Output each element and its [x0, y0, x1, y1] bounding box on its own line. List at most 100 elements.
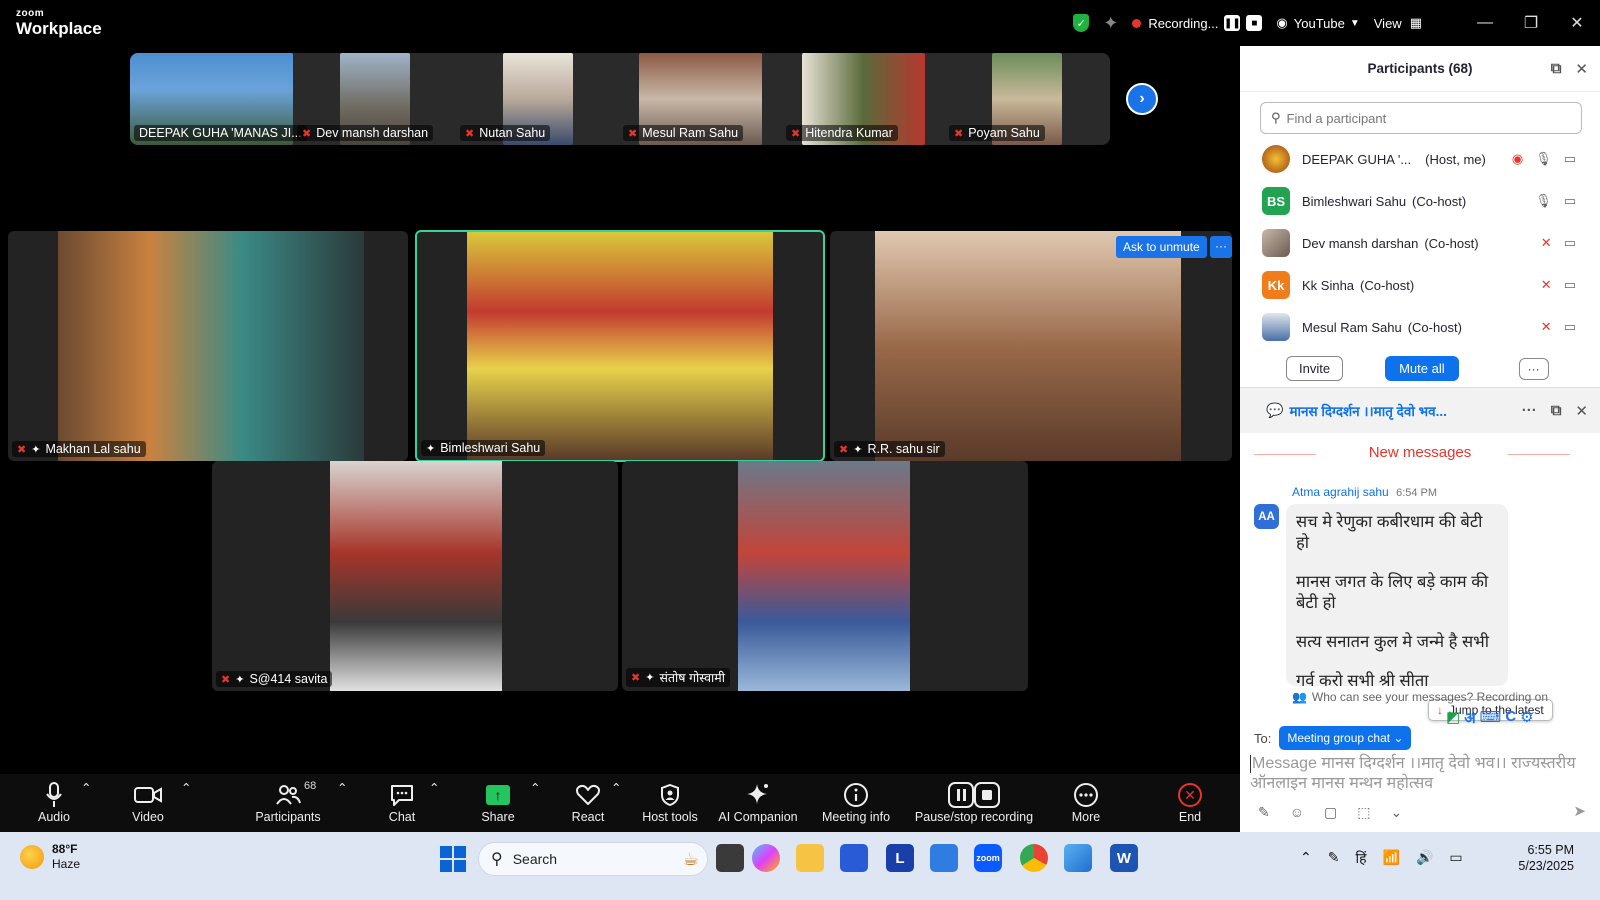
ime-c-icon[interactable]: C	[1505, 708, 1516, 728]
video-tile-active-speaker[interactable]: ✦ Bimleshwari Sahu	[415, 230, 825, 462]
store-icon[interactable]	[840, 844, 868, 872]
battery-icon[interactable]: ▭	[1449, 849, 1462, 868]
zoom-app-icon[interactable]: zoom	[974, 844, 1002, 872]
copilot-icon[interactable]	[752, 844, 780, 872]
mute-all-button[interactable]: Mute all	[1385, 356, 1459, 381]
invite-button[interactable]: Invite	[1286, 356, 1344, 381]
audio-button[interactable]: Audio	[34, 780, 74, 824]
thumbnail-tile[interactable]: ✖ Poyam Sahu	[945, 53, 1108, 145]
participant-row[interactable]: Mesul Ram Sahu (Co-host) ✕ ▭	[1240, 306, 1600, 348]
participants-more-button[interactable]: ···	[1518, 357, 1549, 380]
send-icon[interactable]: ➤	[1573, 802, 1586, 820]
language-indicator[interactable]: हिं	[1355, 849, 1366, 868]
chrome-icon[interactable]	[1020, 844, 1048, 872]
more-dots-icon[interactable]: ···	[1522, 402, 1537, 420]
video-tile[interactable]: ✖ ✦ S@414 savita	[212, 461, 618, 691]
audio-options-caret[interactable]: ⌃	[81, 780, 91, 795]
thumbnail-tile[interactable]: ✖ Mesul Ram Sahu	[619, 53, 782, 145]
windows-start-icon[interactable]	[440, 846, 466, 872]
microphone-icon[interactable]: 🎙	[1535, 193, 1552, 209]
react-options-caret[interactable]: ⌃	[611, 780, 621, 795]
file-explorer-icon[interactable]	[796, 844, 824, 872]
next-page-button[interactable]: ›	[1126, 83, 1158, 115]
video-camera-icon[interactable]: ▭	[1564, 193, 1576, 209]
host-tools-button[interactable]: Host tools	[640, 780, 700, 824]
view-button[interactable]: View ▦	[1374, 15, 1422, 31]
live-stream-dropdown[interactable]: ◉ YouTube ▼	[1276, 15, 1359, 31]
pause-recording-icon[interactable]: ❚❚	[1224, 15, 1241, 31]
word-icon[interactable]: W	[1110, 844, 1138, 872]
chat-button[interactable]: Chat	[382, 780, 422, 824]
gear-icon[interactable]: ⚙	[1520, 708, 1533, 728]
video-camera-icon[interactable]: ▭	[1564, 319, 1576, 335]
participant-row[interactable]: BS Bimleshwari Sahu (Co-host) 🎙 ▭	[1240, 180, 1600, 222]
format-icon[interactable]: ✎	[1258, 804, 1270, 821]
ask-to-unmute-button[interactable]: Ask to unmute	[1116, 236, 1207, 258]
participant-row[interactable]: Kk Kk Sinha (Co-host) ✕ ▭	[1240, 264, 1600, 306]
thumbnail-tile[interactable]: DEEPAK GUHA 'MANAS JI...	[130, 53, 307, 145]
participants-options-caret[interactable]: ⌃	[337, 780, 347, 795]
close-icon[interactable]: ✕	[1575, 402, 1588, 420]
ai-companion-button[interactable]: AI Companion	[714, 780, 802, 824]
microphone-icon[interactable]: 🎙	[1535, 151, 1552, 167]
thumbnail-tile[interactable]: ✖ Dev mansh darshan	[293, 53, 456, 145]
photos-app-icon[interactable]	[1064, 844, 1092, 872]
popout-icon[interactable]: ⧉	[1551, 402, 1562, 420]
pen-wifi-icon[interactable]: ✎	[1328, 849, 1340, 868]
video-tile[interactable]: ✖ ✦ R.R. sahu sir	[830, 231, 1232, 461]
share-button[interactable]: ↑ Share	[478, 780, 518, 824]
stop-recording-icon[interactable]: ■	[1246, 15, 1263, 31]
chat-options-caret[interactable]: ⌃	[429, 780, 439, 795]
end-meeting-button[interactable]: ✕ End	[1170, 780, 1210, 824]
message-input[interactable]: Message मानस दिग्दर्शन ।।मातृ देवो भव।। …	[1250, 754, 1580, 794]
video-options-caret[interactable]: ⌃	[181, 780, 191, 795]
video-camera-icon[interactable]: ▭	[1564, 277, 1576, 293]
video-tile[interactable]: ✖ ✦ संतोष गोस्वामी	[622, 461, 1028, 691]
recipient-dropdown[interactable]: Meeting group chat ⌄	[1279, 726, 1412, 750]
close-button[interactable]: ✕	[1554, 13, 1600, 33]
ai-sparkle-icon[interactable]: ✦	[1103, 13, 1118, 34]
vector-app-icon[interactable]	[930, 844, 958, 872]
chevron-down-icon[interactable]: ⌄	[1391, 804, 1403, 821]
ime-logo-icon[interactable]: ◩	[1446, 708, 1460, 728]
participant-search-input[interactable]: ⚲ Find a participant	[1260, 102, 1582, 134]
video-camera-icon[interactable]: ▭	[1564, 151, 1576, 167]
weather-widget[interactable]: 88°F Haze	[20, 842, 80, 872]
input-method-toolbar[interactable]: ◩ अ ⌨ C ⚙	[1446, 708, 1534, 728]
hindi-script-icon[interactable]: अ	[1464, 708, 1475, 728]
close-icon[interactable]: ✕	[1575, 60, 1588, 78]
share-options-caret[interactable]: ⌃	[530, 780, 540, 795]
thumbnail-tile[interactable]: ✖ Nutan Sahu	[456, 53, 619, 145]
mic-off-icon[interactable]: ✕	[1541, 277, 1552, 293]
chevron-up-icon[interactable]: ⌃	[1300, 849, 1312, 868]
video-tile[interactable]: ✖ ✦ Makhan Lal sahu	[8, 231, 408, 461]
meeting-info-button[interactable]: Meeting info	[816, 780, 896, 824]
tile-more-button[interactable]: ···	[1210, 236, 1232, 258]
message-sender[interactable]: Atma agrahij sahu	[1292, 485, 1389, 499]
react-button[interactable]: React	[568, 780, 608, 824]
minimize-button[interactable]: —	[1462, 14, 1508, 32]
screenshot-icon[interactable]: ⬚	[1357, 804, 1370, 821]
who-can-see-link[interactable]: 👥 Who can see your messages? Recording on	[1240, 690, 1600, 704]
emoji-icon[interactable]: ☺	[1290, 804, 1304, 821]
keyboard-icon[interactable]: ⌨	[1480, 708, 1502, 728]
pause-stop-recording-button[interactable]: Pause/stop recording	[912, 780, 1036, 824]
popout-icon[interactable]: ⧉	[1551, 60, 1562, 78]
task-view-icon[interactable]	[716, 844, 744, 872]
more-button[interactable]: More	[1066, 780, 1106, 824]
video-camera-icon[interactable]: ▭	[1564, 235, 1576, 251]
speaker-icon[interactable]: 🔊	[1416, 849, 1433, 868]
wifi-icon[interactable]: 📶	[1383, 849, 1400, 868]
l-app-icon[interactable]: L	[886, 844, 914, 872]
mic-off-icon[interactable]: ✕	[1541, 235, 1552, 251]
taskbar-search[interactable]: ⚲ Search ☕	[478, 842, 708, 876]
clock[interactable]: 6:55 PM 5/23/2025	[1488, 842, 1574, 874]
participant-row[interactable]: DEEPAK GUHA '... (Host, me) ◉ 🎙 ▭	[1240, 138, 1600, 180]
mic-off-icon[interactable]: ✕	[1541, 319, 1552, 335]
restore-button[interactable]: ❐	[1508, 13, 1554, 33]
video-button[interactable]: Video	[128, 780, 168, 824]
thumbnail-tile[interactable]: ✖ Hitendra Kumar	[782, 53, 945, 145]
security-shield-icon[interactable]: ✓	[1073, 14, 1090, 32]
file-icon[interactable]: ▢	[1324, 804, 1337, 821]
participant-row[interactable]: Dev mansh darshan (Co-host) ✕ ▭	[1240, 222, 1600, 264]
